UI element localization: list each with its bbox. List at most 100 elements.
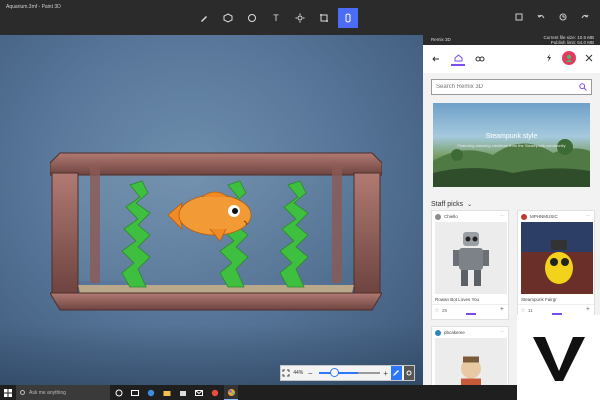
task-view-button[interactable] bbox=[128, 385, 142, 400]
heart-icon[interactable]: ♡ bbox=[435, 308, 439, 314]
featured-banner[interactable]: Steampunk style Featuring amazing creati… bbox=[433, 103, 590, 187]
edit-view-button[interactable] bbox=[391, 366, 402, 380]
search-icon bbox=[20, 389, 25, 395]
card-caption: Steampunk Fairgr bbox=[521, 297, 557, 302]
card-author: pbcakeme bbox=[444, 330, 465, 335]
tank-right-post bbox=[353, 172, 381, 294]
heart-icon[interactable]: ♡ bbox=[521, 308, 525, 314]
store-button[interactable] bbox=[176, 385, 190, 400]
file-size-info: Current file size: 10.5 MB Publish limit… bbox=[543, 35, 594, 45]
avatar[interactable] bbox=[562, 51, 576, 65]
history-button[interactable] bbox=[556, 10, 570, 24]
card-header: pbcakeme ··· bbox=[432, 327, 508, 338]
history-actions bbox=[512, 10, 592, 24]
zoom-slider-thumb[interactable] bbox=[329, 368, 339, 377]
add-to-project-button[interactable]: + bbox=[586, 306, 590, 313]
download-icon[interactable] bbox=[466, 307, 476, 315]
fit-view-icon bbox=[282, 369, 290, 377]
like-count: 11 bbox=[528, 308, 533, 313]
redo-button[interactable] bbox=[578, 10, 592, 24]
community-tab[interactable] bbox=[473, 52, 487, 66]
panel-header: Remix 3D Current file size: 10.5 MB Publ… bbox=[423, 35, 600, 45]
effects-tool[interactable] bbox=[290, 8, 310, 28]
arrow-left-icon bbox=[432, 56, 439, 62]
taskbar-search[interactable]: Ask me anything bbox=[16, 385, 110, 400]
taskbar-search-placeholder: Ask me anything bbox=[29, 389, 66, 396]
paint-3d-taskbar-button[interactable] bbox=[224, 385, 238, 400]
cube-icon bbox=[223, 13, 233, 23]
more-options-icon[interactable]: ··· bbox=[586, 213, 591, 218]
edge-button[interactable] bbox=[144, 385, 158, 400]
3d-canvas[interactable]: 44% − + bbox=[0, 35, 423, 385]
home-tab[interactable] bbox=[451, 52, 465, 66]
pencil-icon bbox=[393, 370, 400, 376]
panel-nav-right bbox=[542, 51, 596, 65]
explorer-button[interactable] bbox=[160, 385, 174, 400]
taskbar: Ask me anything bbox=[0, 385, 517, 400]
zoom-slider[interactable] bbox=[318, 368, 380, 377]
model-card[interactable]: MPHNMUSIC ··· Steampunk Fairgr ♡ 11 + bbox=[517, 210, 595, 320]
media-button[interactable] bbox=[208, 385, 222, 400]
collapse-panel-button[interactable] bbox=[582, 51, 596, 65]
search-icon[interactable] bbox=[579, 83, 587, 91]
brush-icon bbox=[201, 16, 207, 22]
community-icon bbox=[475, 56, 485, 62]
crop-icon bbox=[320, 14, 328, 22]
title-toolbar: Aquarium.3mf - Paint 3D T bbox=[0, 0, 600, 35]
media-icon bbox=[211, 389, 219, 396]
text-icon: T bbox=[273, 13, 279, 23]
author-avatar bbox=[435, 213, 441, 220]
remix-3d-tool[interactable] bbox=[338, 8, 358, 28]
cortana-button[interactable] bbox=[112, 385, 126, 400]
start-button[interactable] bbox=[0, 385, 16, 400]
card-header: Chiello ··· bbox=[432, 211, 508, 222]
zoom-bar: 44% − + bbox=[280, 365, 415, 381]
staff-picks-label: Staff picks bbox=[431, 201, 464, 208]
edge-icon bbox=[147, 389, 155, 396]
redo-icon bbox=[581, 14, 589, 19]
zoom-value: 44% bbox=[293, 370, 304, 376]
aquarium-model[interactable] bbox=[50, 145, 382, 320]
more-options-icon[interactable]: ··· bbox=[500, 329, 505, 334]
banner-subtitle: Featuring amazing creations from the Ste… bbox=[457, 143, 566, 148]
3d-shapes-tool[interactable] bbox=[218, 8, 238, 28]
card-caption: Rowan Bot Loves You bbox=[435, 297, 480, 302]
tank-left-post bbox=[51, 172, 79, 294]
sun-icon bbox=[295, 13, 305, 23]
panel-title: Remix 3D bbox=[431, 37, 451, 42]
brushes-tool[interactable] bbox=[194, 8, 214, 28]
author-avatar bbox=[521, 213, 527, 220]
user-avatar-icon bbox=[566, 55, 572, 62]
download-icon[interactable] bbox=[552, 307, 562, 315]
author-avatar bbox=[435, 329, 441, 336]
shapes-icon bbox=[248, 14, 256, 22]
v-logo-icon bbox=[532, 336, 585, 381]
paste-button[interactable] bbox=[512, 10, 526, 24]
tank-frame-bottom bbox=[50, 292, 382, 311]
model-card[interactable]: pbcakeme ··· bbox=[431, 326, 509, 385]
view-3d-button[interactable] bbox=[403, 366, 414, 380]
add-to-project-button[interactable]: + bbox=[500, 306, 504, 313]
minus-icon: − bbox=[307, 368, 313, 378]
search-input[interactable] bbox=[436, 84, 579, 90]
2d-shapes-tool[interactable] bbox=[242, 8, 262, 28]
back-button[interactable] bbox=[429, 52, 443, 66]
undo-button[interactable] bbox=[534, 10, 548, 24]
mail-button[interactable] bbox=[192, 385, 206, 400]
model-card[interactable]: Chiello ··· Rowan Bot Loves You ♡ 25 + bbox=[431, 210, 509, 320]
tools-row: T bbox=[194, 8, 362, 28]
store-icon bbox=[180, 390, 186, 396]
card-header: MPHNMUSIC ··· bbox=[518, 211, 594, 222]
zoom-out-button[interactable]: − bbox=[305, 366, 316, 380]
canvas-tool[interactable] bbox=[314, 8, 334, 28]
more-options-icon[interactable]: ··· bbox=[500, 213, 505, 218]
character-thumbnail bbox=[435, 338, 507, 385]
chevron-down-icon: ⌄ bbox=[467, 202, 473, 208]
notifications-button[interactable] bbox=[542, 51, 556, 65]
paint-3d-icon bbox=[227, 388, 235, 396]
fit-view-button[interactable] bbox=[281, 366, 292, 380]
text-tool[interactable]: T bbox=[266, 8, 286, 28]
zoom-in-button[interactable]: + bbox=[381, 366, 392, 380]
lightning-icon bbox=[547, 54, 551, 62]
search-box[interactable] bbox=[431, 79, 592, 95]
